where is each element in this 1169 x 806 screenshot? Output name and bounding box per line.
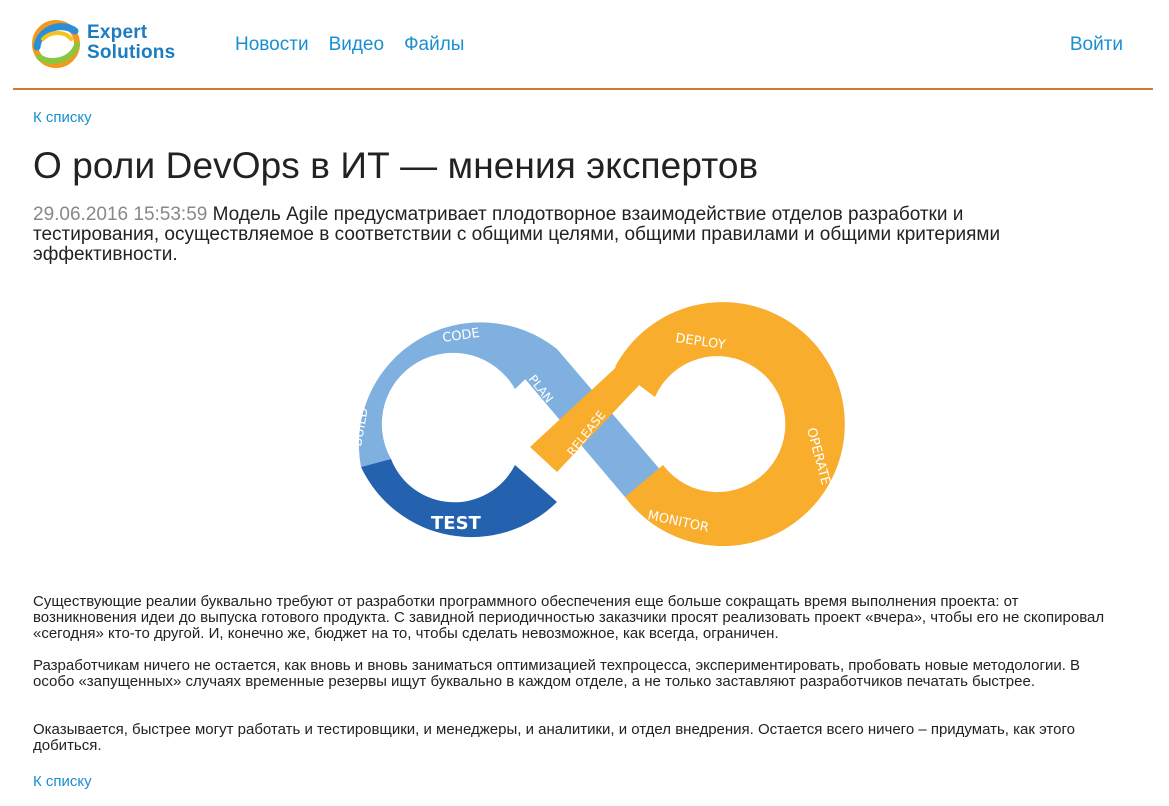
login-link[interactable]: Войти — [1070, 34, 1123, 56]
article-paragraph: Разработчикам ничего не остается, как вн… — [33, 657, 1081, 690]
diagram-segment-build-code — [358, 322, 557, 467]
nav-item-news[interactable]: Новости — [235, 34, 309, 56]
logo-text-line2: Solutions — [87, 42, 176, 63]
logo-icon — [32, 20, 80, 68]
logo-text: Expert Solutions — [87, 23, 175, 63]
nav-item-video[interactable]: Видео — [329, 34, 385, 56]
back-to-list-link-bottom[interactable]: К списку — [33, 773, 92, 790]
logo-text-line1: Expert — [87, 22, 148, 43]
article-lead: 29.06.2016 15:53:59 Модель Agile предусм… — [33, 205, 1093, 265]
site-logo[interactable]: Expert Solutions — [31, 17, 175, 69]
article-title: О роли DevOps в ИТ — мнения экспертов — [33, 145, 759, 186]
page: Expert Solutions Новости Видео Файлы Вой… — [0, 0, 1169, 806]
article-paragraph: Существующие реалии буквально требуют от… — [33, 593, 1105, 642]
article-paragraph: Оказывается, быстрее могут работать и те… — [33, 721, 1075, 754]
devops-infinity-diagram: CODE BUILD TEST PLAN RELEASE DEPLOY OPER… — [350, 302, 845, 547]
main-nav: Новости Видео Файлы — [235, 34, 464, 56]
back-to-list-link-top[interactable]: К списку — [33, 109, 92, 126]
diagram-label-test: TEST — [431, 513, 482, 534]
site-header: Expert Solutions Новости Видео Файлы Вой… — [13, 0, 1153, 90]
article-date: 29.06.2016 15:53:59 — [33, 204, 208, 225]
nav-item-files[interactable]: Файлы — [404, 34, 464, 56]
